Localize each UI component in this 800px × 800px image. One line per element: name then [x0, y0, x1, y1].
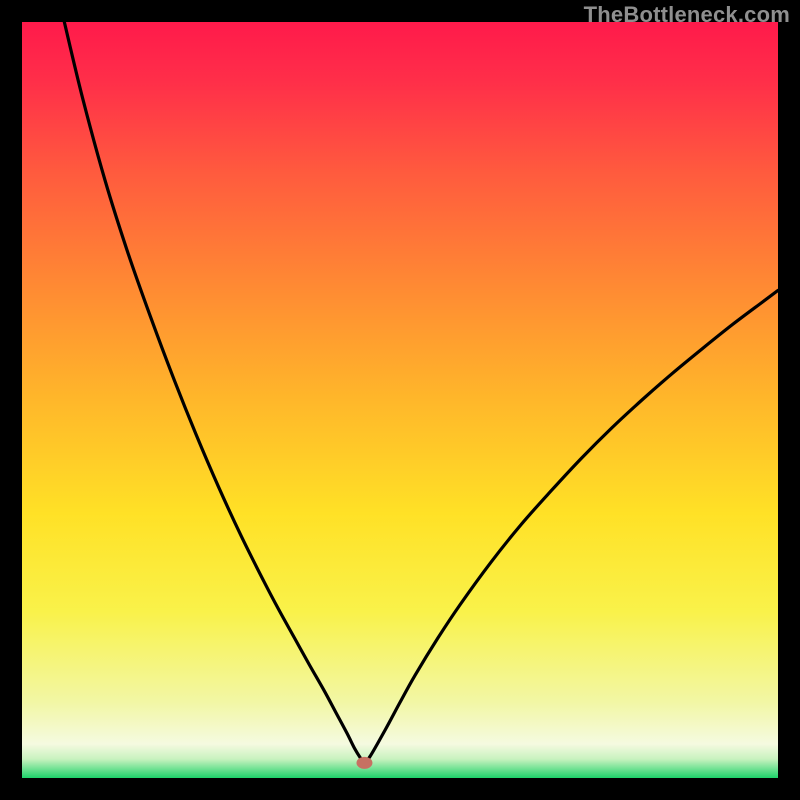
chart-background: [22, 22, 778, 778]
plot-area: [22, 22, 778, 778]
optimal-point-marker: [356, 757, 372, 769]
chart-svg: [22, 22, 778, 778]
watermark-text: TheBottleneck.com: [584, 2, 790, 28]
outer-frame: TheBottleneck.com: [0, 0, 800, 800]
